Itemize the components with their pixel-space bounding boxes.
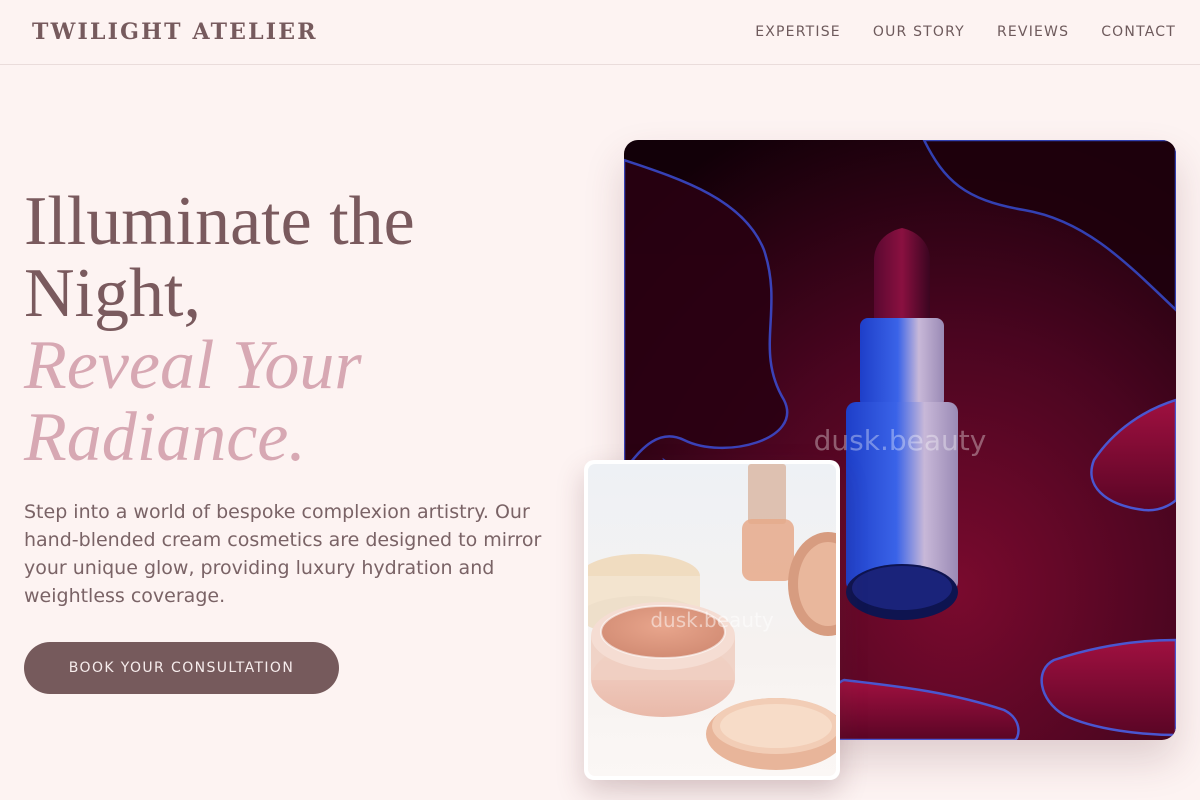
powder-inset-image: dusk.beauty bbox=[584, 460, 840, 780]
nav-expertise[interactable]: EXPERTISE bbox=[755, 24, 841, 40]
hero-title-line-1: Illuminate the bbox=[24, 183, 415, 260]
hero-description: Step into a world of bespoke complexion … bbox=[24, 501, 542, 607]
inset-image-watermark: dusk.beauty bbox=[650, 608, 774, 632]
hero-accent-line-1: Reveal Your bbox=[24, 327, 362, 404]
main-nav: EXPERTISE OUR STORY REVIEWS CONTACT bbox=[755, 24, 1176, 40]
hero-accent-line-2: Radiance. bbox=[24, 399, 306, 476]
hero-title-line-2: Night, bbox=[24, 255, 201, 332]
nav-our-story[interactable]: OUR STORY bbox=[873, 24, 965, 40]
brand-logo[interactable]: TWILIGHT ATELIER bbox=[32, 19, 318, 45]
hero-title: Illuminate the Night, Reveal Your Radian… bbox=[24, 186, 584, 474]
book-consultation-button[interactable]: BOOK YOUR CONSULTATION bbox=[24, 642, 339, 694]
nav-contact[interactable]: CONTACT bbox=[1101, 24, 1176, 40]
powder-inset-frame: dusk.beauty bbox=[588, 464, 836, 776]
nav-reviews[interactable]: REVIEWS bbox=[997, 24, 1069, 40]
main-image-watermark: dusk.beauty bbox=[813, 424, 987, 457]
site-header: TWILIGHT ATELIER EXPERTISE OUR STORY REV… bbox=[0, 0, 1200, 65]
